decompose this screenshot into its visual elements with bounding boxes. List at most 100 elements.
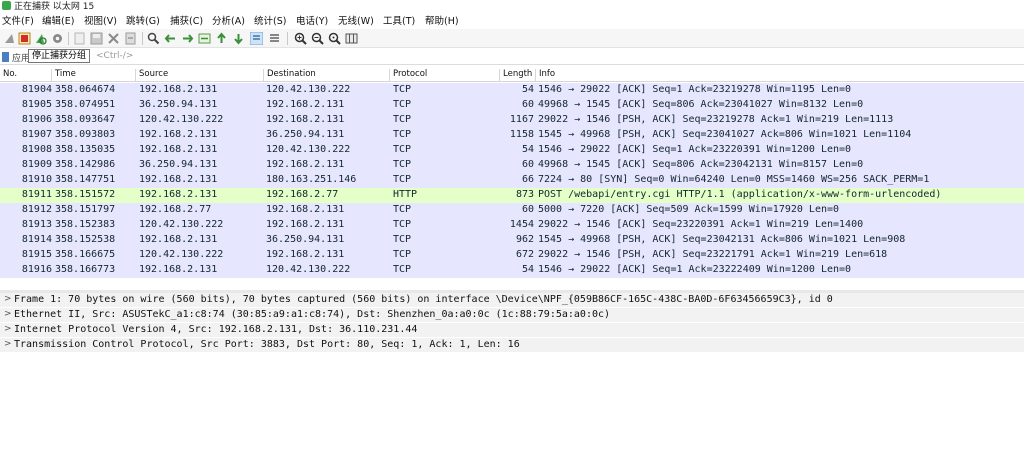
cell-time: 358.166773 bbox=[55, 264, 116, 275]
first-packet-icon[interactable] bbox=[215, 32, 228, 45]
packet-row[interactable]: 81909 358.142986 36.250.94.131 192.168.2.13… bbox=[0, 158, 1024, 173]
cell-no: 81912 bbox=[21, 204, 52, 215]
cell-no: 81906 bbox=[21, 114, 52, 125]
cell-protocol: TCP bbox=[393, 159, 412, 170]
stop-capture-icon[interactable] bbox=[18, 32, 31, 45]
menu-edit[interactable]: 编辑(E) bbox=[42, 13, 74, 27]
detail-row-ethernet[interactable]: > Ethernet II, Src: ASUSTekC_a1:c8:74 (3… bbox=[0, 308, 1024, 323]
column-header-time[interactable]: Time bbox=[52, 69, 136, 81]
column-header-no[interactable]: No. bbox=[0, 69, 52, 81]
detail-row-tcp[interactable]: > Transmission Control Protocol, Src Por… bbox=[0, 338, 1024, 353]
packet-row[interactable]: 81907 358.093803 192.168.2.131 36.250.94.13… bbox=[0, 128, 1024, 143]
cell-length: 66 bbox=[521, 174, 534, 185]
toolbar-separator bbox=[142, 32, 143, 45]
cell-time: 358.152538 bbox=[55, 234, 116, 245]
packet-row[interactable]: 81910 358.147751 192.168.2.131 180.163.251.… bbox=[0, 173, 1024, 188]
last-packet-icon[interactable] bbox=[232, 32, 245, 45]
normal-size-icon[interactable] bbox=[328, 32, 341, 45]
packet-row[interactable]: 81912 358.151797 192.168.2.77 192.168.2.131… bbox=[0, 203, 1024, 218]
packet-list-header: No. Time Source Destination Protocol Len… bbox=[0, 67, 1024, 82]
autoscroll-icon[interactable] bbox=[250, 32, 263, 45]
title-bar: 正在捕获 以太网 15 bbox=[0, 0, 1024, 12]
menu-help[interactable]: 帮助(H) bbox=[425, 13, 459, 27]
expand-arrow-icon[interactable]: > bbox=[4, 294, 12, 304]
capture-options-icon[interactable] bbox=[51, 32, 64, 45]
column-header-source[interactable]: Source bbox=[136, 69, 264, 81]
menu-wireless[interactable]: 无线(W) bbox=[338, 13, 374, 27]
packet-row[interactable]: 81904 358.064674 192.168.2.131 120.42.130.2… bbox=[0, 83, 1024, 98]
bookmark-icon[interactable] bbox=[2, 52, 9, 62]
menu-tools[interactable]: 工具(T) bbox=[383, 13, 415, 27]
open-file-icon[interactable] bbox=[73, 32, 86, 45]
find-packet-icon[interactable] bbox=[147, 32, 160, 45]
column-header-info[interactable]: Info bbox=[536, 69, 1024, 81]
cell-info: 29022 → 1546 [PSH, ACK] Seq=23221791 Ack… bbox=[538, 249, 888, 260]
detail-row-frame[interactable]: > Frame 1: 70 bytes on wire (560 bits), … bbox=[0, 293, 1024, 308]
cell-info: 29022 → 1546 [PSH, ACK] Seq=23219278 Ack… bbox=[538, 114, 894, 125]
detail-row-ipv4[interactable]: > Internet Protocol Version 4, Src: 192.… bbox=[0, 323, 1024, 338]
cell-no: 81909 bbox=[21, 159, 52, 170]
cell-source: 192.168.2.131 bbox=[139, 174, 218, 185]
menu-file[interactable]: 文件(F) bbox=[2, 13, 34, 27]
cell-time: 358.151797 bbox=[55, 204, 116, 215]
close-file-icon[interactable] bbox=[107, 32, 120, 45]
menu-capture[interactable]: 捕获(C) bbox=[170, 13, 203, 27]
packet-row[interactable]: 81916 358.166773 192.168.2.131 120.42.130.2… bbox=[0, 263, 1024, 278]
menu-go[interactable]: 跳转(G) bbox=[126, 13, 160, 27]
menu-analyze[interactable]: 分析(A) bbox=[212, 13, 245, 27]
packet-row[interactable]: 81905 358.074951 36.250.94.131 192.168.2.13… bbox=[0, 98, 1024, 113]
cell-length: 1167 bbox=[509, 114, 534, 125]
shark-fin-icon[interactable] bbox=[3, 32, 16, 45]
restart-capture-icon[interactable] bbox=[34, 32, 47, 45]
cell-source: 192.168.2.77 bbox=[139, 204, 212, 215]
save-file-icon[interactable] bbox=[90, 32, 103, 45]
menu-statistics[interactable]: 统计(S) bbox=[254, 13, 286, 27]
cell-protocol: TCP bbox=[393, 204, 412, 215]
packet-row[interactable]: 81913 358.152383 120.42.130.222 192.168.2.1… bbox=[0, 218, 1024, 233]
cell-no: 81915 bbox=[21, 249, 52, 260]
main-toolbar bbox=[0, 29, 1024, 48]
cell-info: 1546 → 29022 [ACK] Seq=1 Ack=23219278 Wi… bbox=[538, 84, 852, 95]
cell-source: 120.42.130.222 bbox=[139, 114, 224, 125]
menu-telephony[interactable]: 电话(Y) bbox=[296, 13, 328, 27]
packet-list[interactable]: No. Time Source Destination Protocol Len… bbox=[0, 65, 1024, 285]
cell-protocol: TCP bbox=[393, 264, 412, 275]
column-header-destination[interactable]: Destination bbox=[264, 69, 390, 81]
stop-capture-tooltip: 停止捕获分组 bbox=[28, 49, 91, 63]
go-forward-icon[interactable] bbox=[181, 32, 194, 45]
cell-info: 5000 → 7220 [ACK] Seq=509 Ack=1599 Win=1… bbox=[538, 204, 840, 215]
zoom-out-icon[interactable] bbox=[311, 32, 324, 45]
cell-source: 192.168.2.131 bbox=[139, 129, 218, 140]
expand-arrow-icon[interactable]: > bbox=[4, 309, 12, 319]
menu-view[interactable]: 视图(V) bbox=[84, 13, 117, 27]
cell-length: 54 bbox=[521, 264, 534, 275]
zoom-in-icon[interactable] bbox=[294, 32, 307, 45]
colorize-icon[interactable] bbox=[268, 32, 281, 45]
packet-row[interactable]: 81914 358.152538 192.168.2.131 36.250.94.13… bbox=[0, 233, 1024, 248]
column-header-protocol[interactable]: Protocol bbox=[390, 69, 500, 81]
cell-destination: 120.42.130.222 bbox=[266, 144, 351, 155]
cell-destination: 180.163.251.146 bbox=[266, 174, 357, 185]
column-header-length[interactable]: Length bbox=[500, 69, 536, 81]
go-to-packet-icon[interactable] bbox=[198, 32, 211, 45]
cell-destination: 36.250.94.131 bbox=[266, 129, 345, 140]
expand-arrow-icon[interactable]: > bbox=[4, 339, 12, 349]
cell-length: 54 bbox=[521, 144, 534, 155]
detail-text: Frame 1: 70 bytes on wire (560 bits), 70… bbox=[14, 294, 833, 305]
packet-row[interactable]: 81906 358.093647 120.42.130.222 192.168.2.1… bbox=[0, 113, 1024, 128]
packet-row[interactable]: 81908 358.135035 192.168.2.131 120.42.130.2… bbox=[0, 143, 1024, 158]
expand-arrow-icon[interactable]: > bbox=[4, 324, 12, 334]
cell-source: 120.42.130.222 bbox=[139, 219, 224, 230]
display-filter-input[interactable] bbox=[90, 50, 1020, 63]
toolbar-separator bbox=[287, 32, 288, 45]
packet-row[interactable]: 81915 358.166675 120.42.130.222 192.168.2.1… bbox=[0, 248, 1024, 263]
cell-destination: 192.168.2.131 bbox=[266, 159, 345, 170]
cell-length: 60 bbox=[521, 99, 534, 110]
cell-protocol: TCP bbox=[393, 249, 412, 260]
reload-icon[interactable] bbox=[124, 32, 137, 45]
cell-time: 358.064674 bbox=[55, 84, 116, 95]
go-back-icon[interactable] bbox=[164, 32, 177, 45]
resize-columns-icon[interactable] bbox=[345, 32, 358, 45]
cell-length: 672 bbox=[515, 249, 534, 260]
packet-row[interactable]: 81911 358.151572 192.168.2.131 192.168.2.77… bbox=[0, 188, 1024, 203]
